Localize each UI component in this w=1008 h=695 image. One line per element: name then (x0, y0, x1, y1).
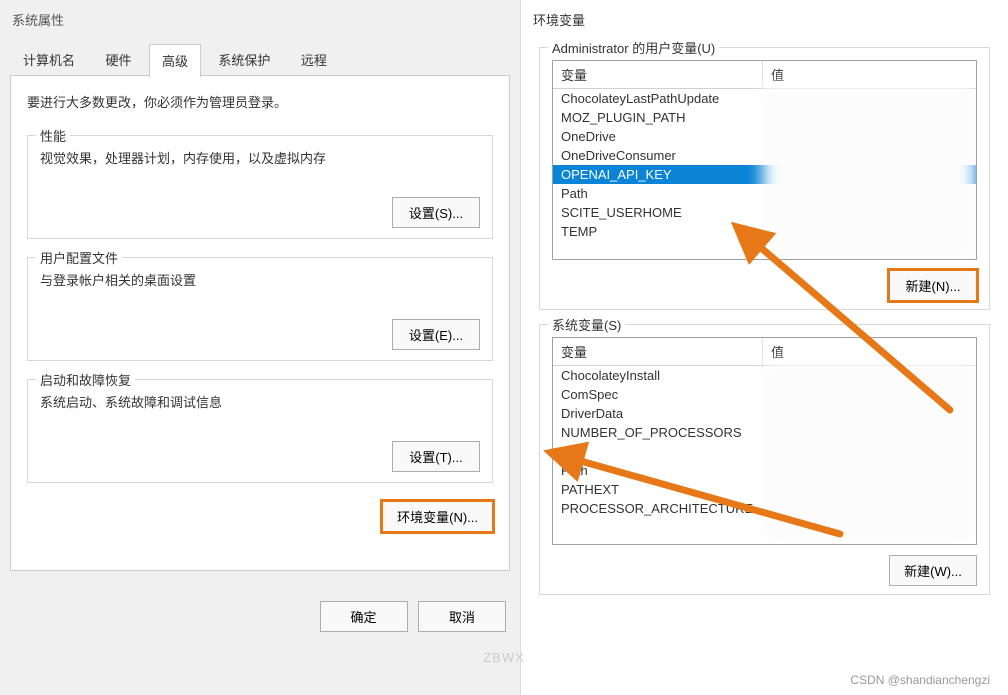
variable-name-cell: ChocolateyLastPathUpdate (553, 89, 763, 108)
variable-name-cell: MOZ_PLUGIN_PATH (553, 108, 763, 127)
fieldset-desc: 系统启动、系统故障和调试信息 (40, 392, 480, 411)
column-variable[interactable]: 变量 (553, 338, 763, 365)
tab-computer-name[interactable]: 计算机名 (10, 43, 88, 77)
variable-name-cell: ComSpec (553, 385, 763, 404)
variable-name-cell: OneDriveConsumer (553, 146, 763, 165)
startup-settings-button[interactable]: 设置(T)... (392, 441, 480, 472)
watermark-center: ZBWX (483, 650, 525, 665)
system-new-button[interactable]: 新建(W)... (889, 555, 977, 586)
blurred-values-area (763, 362, 976, 544)
variable-name-cell: OneDrive (553, 127, 763, 146)
column-value[interactable]: 值 (763, 338, 976, 365)
tab-bar: 计算机名 硬件 高级 系统保护 远程 (0, 43, 520, 75)
tab-remote[interactable]: 远程 (288, 43, 340, 77)
user-variables-table[interactable]: 变量 值 ChocolateyLastPathUpdateMOZ_PLUGIN_… (552, 60, 977, 260)
dialog-buttons: 确定 取消 (0, 581, 520, 642)
fieldset-performance: 性能 视觉效果，处理器计划，内存使用，以及虚拟内存 设置(S)... (27, 135, 493, 239)
profiles-settings-button[interactable]: 设置(E)... (392, 319, 480, 350)
column-variable[interactable]: 变量 (553, 61, 763, 88)
ok-button[interactable]: 确定 (320, 601, 408, 632)
environment-variables-dialog: 环境变量 Administrator 的用户变量(U) 变量 值 Chocola… (520, 0, 1008, 695)
variable-name-cell: OS (553, 442, 763, 461)
admin-notice: 要进行大多数更改，你必须作为管理员登录。 (27, 92, 493, 111)
cancel-button[interactable]: 取消 (418, 601, 506, 632)
system-variables-group: 系统变量(S) 变量 值 ChocolateyInstallComSpecDri… (539, 324, 990, 595)
column-value[interactable]: 值 (763, 61, 976, 88)
variable-name-cell: DriverData (553, 404, 763, 423)
variable-name-cell: Path (553, 461, 763, 480)
fieldset-legend: 启动和故障恢复 (36, 370, 135, 389)
fieldset-startup-recovery: 启动和故障恢复 系统启动、系统故障和调试信息 设置(T)... (27, 379, 493, 483)
performance-settings-button[interactable]: 设置(S)... (392, 197, 480, 228)
fieldset-legend: 用户配置文件 (36, 248, 122, 267)
group-legend: Administrator 的用户变量(U) (548, 38, 719, 57)
variable-name-cell: ChocolateyInstall (553, 366, 763, 385)
variable-name-cell: Path (553, 184, 763, 203)
fieldset-legend: 性能 (36, 126, 70, 145)
tab-system-protection[interactable]: 系统保护 (205, 43, 283, 77)
dialog-title: 系统属性 (0, 0, 520, 43)
tab-hardware[interactable]: 硬件 (92, 43, 144, 77)
variable-name-cell: OPENAI_API_KEY (553, 165, 763, 184)
variable-name-cell: NUMBER_OF_PROCESSORS (553, 423, 763, 442)
watermark-attribution: CSDN @shandianchengzi (850, 673, 990, 687)
system-properties-dialog: 系统属性 计算机名 硬件 高级 系统保护 远程 要进行大多数更改，你必须作为管理… (0, 0, 520, 695)
blurred-values-area (763, 85, 976, 259)
variable-name-cell: PROCESSOR_ARCHITECTURE (553, 499, 763, 518)
tab-panel-advanced: 要进行大多数更改，你必须作为管理员登录。 性能 视觉效果，处理器计划，内存使用，… (10, 75, 510, 571)
user-variables-group: Administrator 的用户变量(U) 变量 值 ChocolateyLa… (539, 47, 990, 310)
fieldset-desc: 视觉效果，处理器计划，内存使用，以及虚拟内存 (40, 148, 480, 167)
system-variables-table[interactable]: 变量 值 ChocolateyInstallComSpecDriverDataN… (552, 337, 977, 545)
fieldset-desc: 与登录帐户相关的桌面设置 (40, 270, 480, 289)
user-new-button[interactable]: 新建(N)... (889, 270, 977, 301)
environment-variables-button[interactable]: 环境变量(N)... (382, 501, 493, 532)
variable-name-cell: SCITE_USERHOME (553, 203, 763, 222)
variable-name-cell: TEMP (553, 222, 763, 241)
group-legend: 系统变量(S) (548, 315, 625, 334)
variable-name-cell: PATHEXT (553, 480, 763, 499)
tab-advanced[interactable]: 高级 (149, 44, 201, 78)
fieldset-user-profiles: 用户配置文件 与登录帐户相关的桌面设置 设置(E)... (27, 257, 493, 361)
